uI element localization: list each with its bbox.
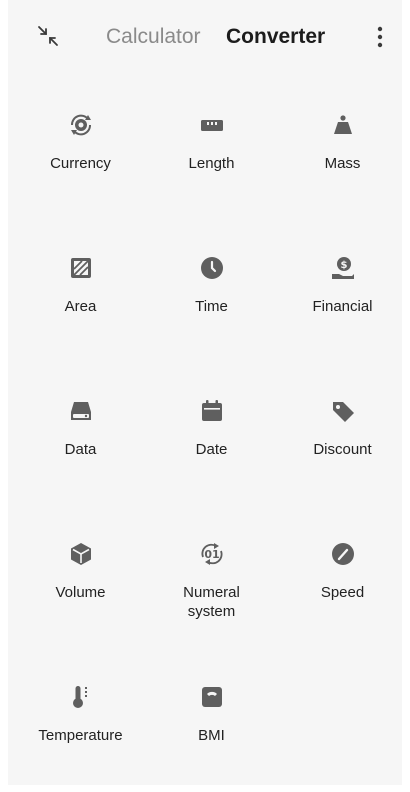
tab-calculator[interactable]: Calculator bbox=[106, 22, 201, 52]
converter-label: Currency bbox=[50, 155, 111, 172]
more-vertical-icon[interactable] bbox=[366, 22, 394, 52]
converter-speed[interactable]: Speed bbox=[277, 529, 408, 649]
converter-area[interactable]: Area bbox=[15, 243, 146, 363]
weight-icon bbox=[330, 112, 356, 138]
svg-text:01: 01 bbox=[204, 548, 219, 561]
converter-mass[interactable]: Mass bbox=[277, 100, 408, 220]
converter-currency[interactable]: Currency bbox=[15, 100, 146, 220]
converter-label: Date bbox=[195, 441, 228, 458]
cube-icon bbox=[68, 541, 94, 567]
money-hand-icon: $ bbox=[330, 255, 356, 281]
storage-drive-icon bbox=[68, 398, 94, 424]
area-icon bbox=[68, 255, 94, 281]
ruler-icon bbox=[199, 112, 225, 138]
converter-data[interactable]: Data bbox=[15, 386, 146, 506]
tab-converter[interactable]: Converter bbox=[226, 22, 325, 52]
converter-label: Discount bbox=[313, 441, 372, 458]
converter-time[interactable]: Time bbox=[146, 243, 277, 363]
numeral-system-icon: 01 bbox=[199, 541, 225, 567]
converter-label: Financial bbox=[312, 298, 373, 315]
converter-label: Length bbox=[188, 155, 235, 172]
price-tag-icon bbox=[330, 398, 356, 424]
converter-financial[interactable]: $ Financial bbox=[277, 243, 408, 363]
converter-numeral-system[interactable]: 01 Numeral system bbox=[146, 529, 277, 649]
converter-discount[interactable]: Discount bbox=[277, 386, 408, 506]
converter-label: Data bbox=[64, 441, 97, 458]
converter-volume[interactable]: Volume bbox=[15, 529, 146, 649]
top-bar: Calculator Converter bbox=[8, 0, 402, 72]
converter-label: BMI bbox=[198, 727, 225, 744]
thermometer-icon bbox=[68, 684, 94, 710]
converter-length[interactable]: Length bbox=[146, 100, 277, 220]
converter-label: Numeral system bbox=[183, 584, 240, 620]
svg-text:$: $ bbox=[340, 260, 347, 271]
converter-label: Time bbox=[195, 298, 228, 315]
scale-icon bbox=[199, 684, 225, 710]
converter-temperature[interactable]: Temperature bbox=[15, 672, 146, 792]
converter-label: Volume bbox=[55, 584, 106, 601]
clock-icon bbox=[199, 255, 225, 281]
converter-label: Mass bbox=[324, 155, 361, 172]
converter-label: Temperature bbox=[38, 727, 123, 744]
calendar-icon bbox=[199, 398, 225, 424]
speedometer-icon bbox=[330, 541, 356, 567]
converter-date[interactable]: Date bbox=[146, 386, 277, 506]
converter-screen: Calculator Converter Currency Length Mas… bbox=[8, 0, 402, 785]
currency-exchange-icon bbox=[68, 112, 94, 138]
converter-label: Speed bbox=[320, 584, 365, 601]
collapse-arrows-icon[interactable] bbox=[34, 22, 62, 50]
converter-bmi[interactable]: BMI bbox=[146, 672, 277, 792]
converter-label: Area bbox=[64, 298, 97, 315]
